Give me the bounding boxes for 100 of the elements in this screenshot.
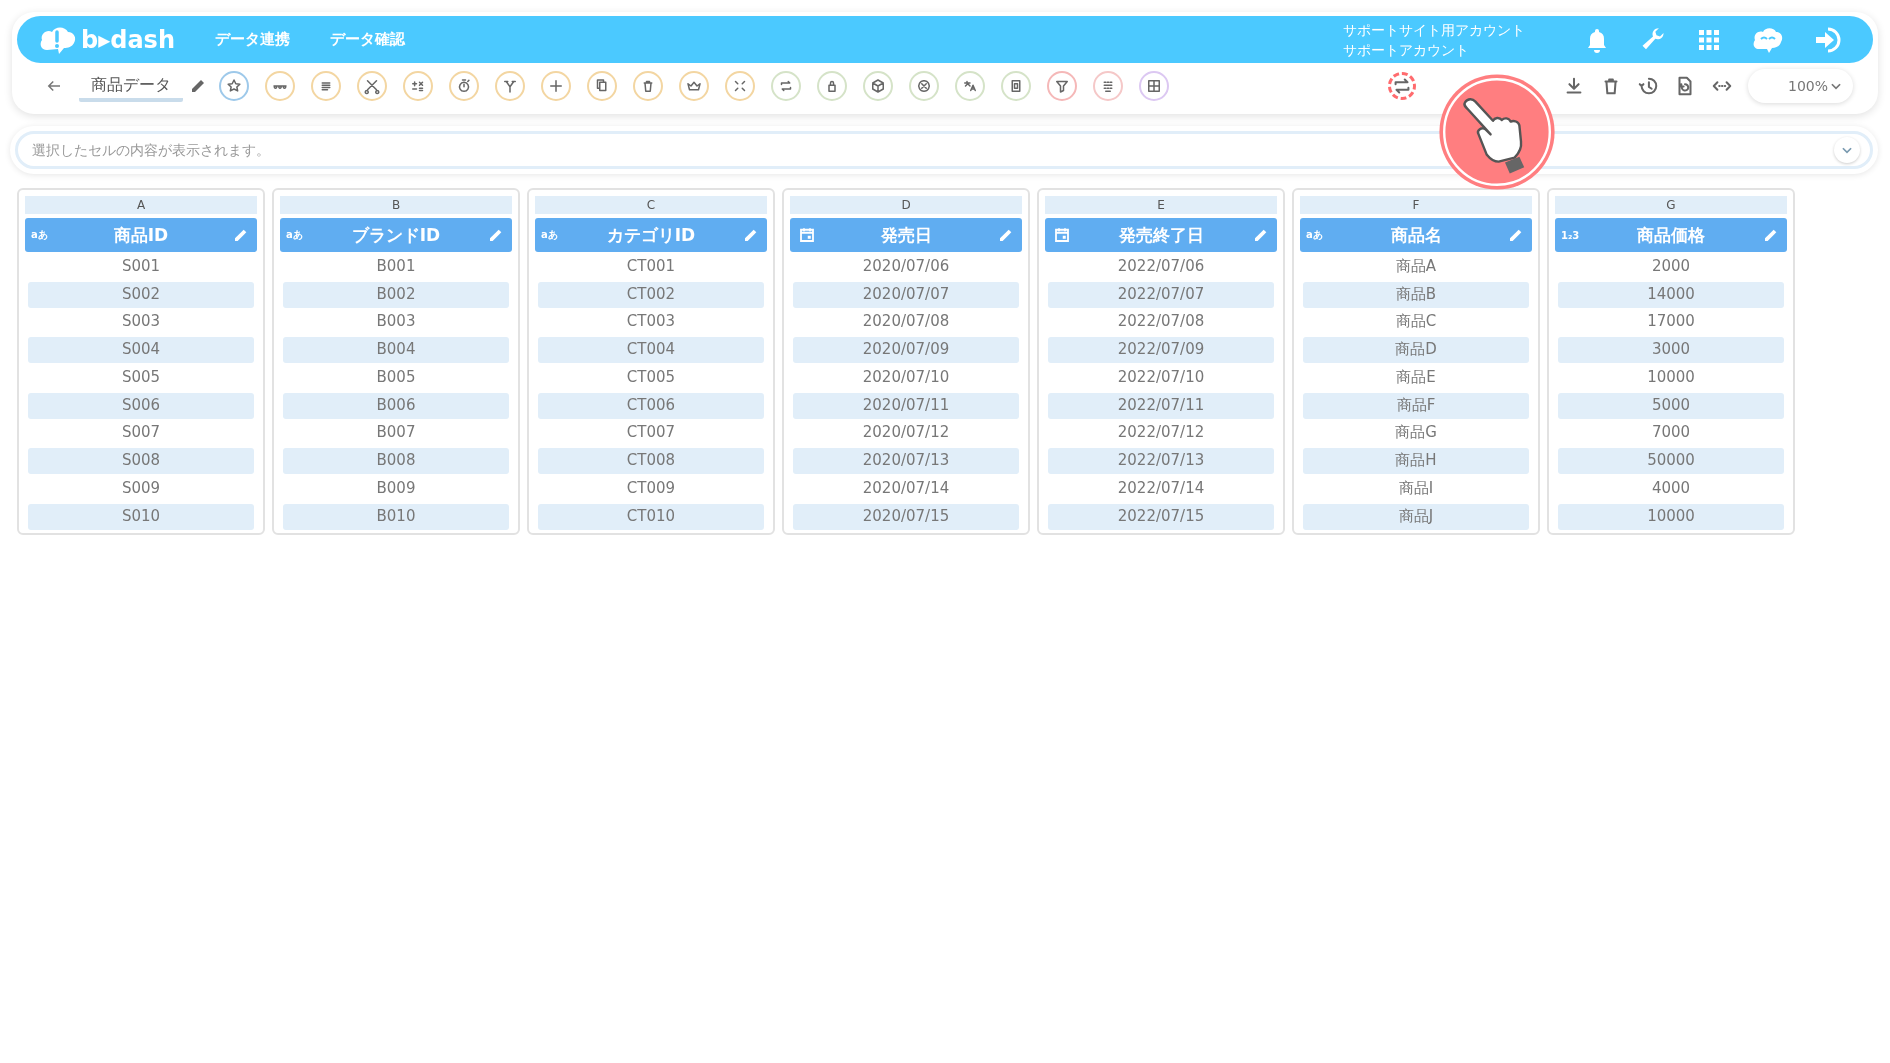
column-header[interactable]: aあ カテゴリID bbox=[535, 218, 767, 252]
table-cell-text: 2022/07/12 bbox=[1116, 422, 1206, 444]
table-cell: 14000 bbox=[1558, 281, 1784, 308]
table-cell: B004 bbox=[283, 337, 509, 363]
toolbar-tool-icon[interactable] bbox=[587, 70, 617, 101]
toolbar-tool-icon[interactable] bbox=[1001, 70, 1031, 101]
table-cell: S004 bbox=[28, 337, 254, 363]
toolbar-tool-icon[interactable] bbox=[495, 70, 525, 101]
table-cell-text: CT001 bbox=[625, 255, 677, 277]
table-cell: B006 bbox=[283, 392, 509, 419]
table-cell: 2022/07/13 bbox=[1048, 448, 1274, 474]
toolbar-tool-icon[interactable] bbox=[403, 70, 433, 101]
table-cell-text: CT003 bbox=[625, 311, 677, 333]
table-cell: CT008 bbox=[538, 448, 764, 474]
table-cell: CT010 bbox=[538, 503, 764, 530]
table-cell: 50000 bbox=[1558, 448, 1784, 474]
table-cell-text: S005 bbox=[120, 366, 162, 388]
table-cell-text: 2022/07/06 bbox=[1116, 255, 1206, 277]
table-cell: S006 bbox=[28, 392, 254, 419]
column-header[interactable]: aあ 商品名 bbox=[1300, 218, 1532, 252]
table-cell: 2020/07/15 bbox=[793, 503, 1019, 530]
table-cell: CT004 bbox=[538, 337, 764, 363]
toolbar-tool-icon[interactable] bbox=[955, 70, 985, 101]
table-cell: 商品J bbox=[1303, 503, 1529, 530]
table-cell-text: B009 bbox=[375, 477, 417, 499]
toolbar-tool-icon[interactable] bbox=[449, 70, 479, 101]
account-name: サポートアカウント bbox=[1343, 40, 1470, 60]
table-cell: 商品F bbox=[1303, 392, 1529, 419]
toolbar-tool-icon[interactable] bbox=[771, 70, 801, 101]
table-cell-text: CT005 bbox=[625, 366, 677, 388]
toolbar-tool-icon[interactable] bbox=[1139, 70, 1169, 101]
column-letter[interactable]: G bbox=[1555, 196, 1787, 214]
nav-link[interactable]: データ連携 bbox=[215, 30, 290, 49]
table-cell-text: 2020/07/08 bbox=[861, 311, 951, 333]
toolbar-tool-icon[interactable] bbox=[863, 70, 893, 101]
toolbar-action-icon[interactable] bbox=[1388, 71, 1416, 100]
formula-field[interactable]: 選択したセルの内容が表示されます。 bbox=[15, 131, 1873, 169]
toolbar-tool-icon[interactable] bbox=[219, 70, 249, 101]
toolbar-tool-icon[interactable] bbox=[357, 70, 387, 101]
table-cell-text: 2020/07/14 bbox=[861, 477, 951, 499]
type-label: aあ bbox=[31, 228, 48, 242]
table-cell: S008 bbox=[28, 448, 254, 474]
type-label: aあ bbox=[541, 228, 558, 242]
column-letter[interactable]: A bbox=[25, 196, 257, 214]
calendar-icon bbox=[798, 226, 816, 244]
table-cell-text: 7000 bbox=[1650, 422, 1692, 444]
table-cell: 2020/07/13 bbox=[793, 448, 1019, 474]
table-cell-text: S009 bbox=[120, 477, 162, 499]
table-cell-text: S003 bbox=[120, 311, 162, 333]
toolbar-tool-icon[interactable] bbox=[1093, 70, 1123, 101]
column-letter[interactable]: D bbox=[790, 196, 1022, 214]
cell-content-field[interactable]: 選択したセルの内容が表示されます。 bbox=[30, 141, 1834, 159]
table-cell-text: CT007 bbox=[625, 422, 677, 444]
column-letter[interactable]: B bbox=[280, 196, 512, 214]
table-cell: 2022/07/11 bbox=[1048, 392, 1274, 419]
table-cell-text: 17000 bbox=[1646, 311, 1696, 333]
column-header[interactable]: 発売終了日 bbox=[1045, 218, 1277, 252]
toolbar-tool-icon[interactable] bbox=[817, 70, 847, 101]
table-cell-text: 商品E bbox=[1395, 366, 1437, 388]
account-name: サポートサイト用アカウント bbox=[1343, 20, 1525, 40]
toolbar-tool-icon[interactable] bbox=[311, 70, 341, 101]
table-cell: 2020/07/09 bbox=[793, 337, 1019, 363]
toolbar-tool-icon[interactable] bbox=[541, 70, 571, 101]
table-cell-text: 2022/07/10 bbox=[1116, 366, 1206, 388]
type-label: 1₂3 bbox=[1561, 229, 1580, 241]
column-letter[interactable]: E bbox=[1045, 196, 1277, 214]
table-cell: 2022/07/15 bbox=[1048, 503, 1274, 530]
sheet-title-tab[interactable]: 商品データ bbox=[79, 69, 183, 102]
column-header[interactable]: aあ ブランドID bbox=[280, 218, 512, 252]
table-cell: 5000 bbox=[1558, 392, 1784, 419]
table-cell-text: 商品A bbox=[1394, 255, 1438, 277]
toolbar-tool-icon[interactable] bbox=[265, 70, 295, 101]
table-cell-text: 2022/07/08 bbox=[1116, 311, 1206, 333]
type-label: aあ bbox=[286, 228, 303, 242]
table-cell: B008 bbox=[283, 448, 509, 474]
table-cell-text: 2000 bbox=[1650, 255, 1692, 277]
calendar-icon bbox=[1053, 226, 1071, 244]
table-cell: 2022/07/07 bbox=[1048, 281, 1274, 308]
zoom-select[interactable]: 100% bbox=[1748, 68, 1853, 103]
toolbar-tool-icon[interactable] bbox=[679, 70, 709, 101]
column-letter[interactable]: F bbox=[1300, 196, 1532, 214]
table-cell: 2020/07/11 bbox=[793, 392, 1019, 419]
toolbar-tool-icon[interactable] bbox=[633, 70, 663, 101]
table-cell: 2022/07/09 bbox=[1048, 337, 1274, 363]
column-letter[interactable]: C bbox=[535, 196, 767, 214]
nav-link[interactable]: データ確認 bbox=[330, 30, 405, 49]
table-cell: 商品D bbox=[1303, 337, 1529, 363]
table-cell: CT006 bbox=[538, 392, 764, 419]
table-cell: B010 bbox=[283, 503, 509, 530]
logo-text[interactable]: b▸dash bbox=[81, 25, 175, 54]
toolbar-tool-icon[interactable] bbox=[909, 70, 939, 101]
table-cell-text: B001 bbox=[375, 255, 417, 277]
table-cell-text: B007 bbox=[375, 422, 417, 444]
table-cell: 商品B bbox=[1303, 281, 1529, 308]
table-cell-text: 商品I bbox=[1397, 477, 1435, 499]
column-header[interactable]: 発売日 bbox=[790, 218, 1022, 252]
toolbar-tool-icon[interactable] bbox=[1047, 70, 1077, 101]
table-cell: S010 bbox=[28, 503, 254, 530]
column-header[interactable]: 1₂3 商品価格 bbox=[1555, 218, 1787, 252]
column-header[interactable]: aあ 商品ID bbox=[25, 218, 257, 252]
